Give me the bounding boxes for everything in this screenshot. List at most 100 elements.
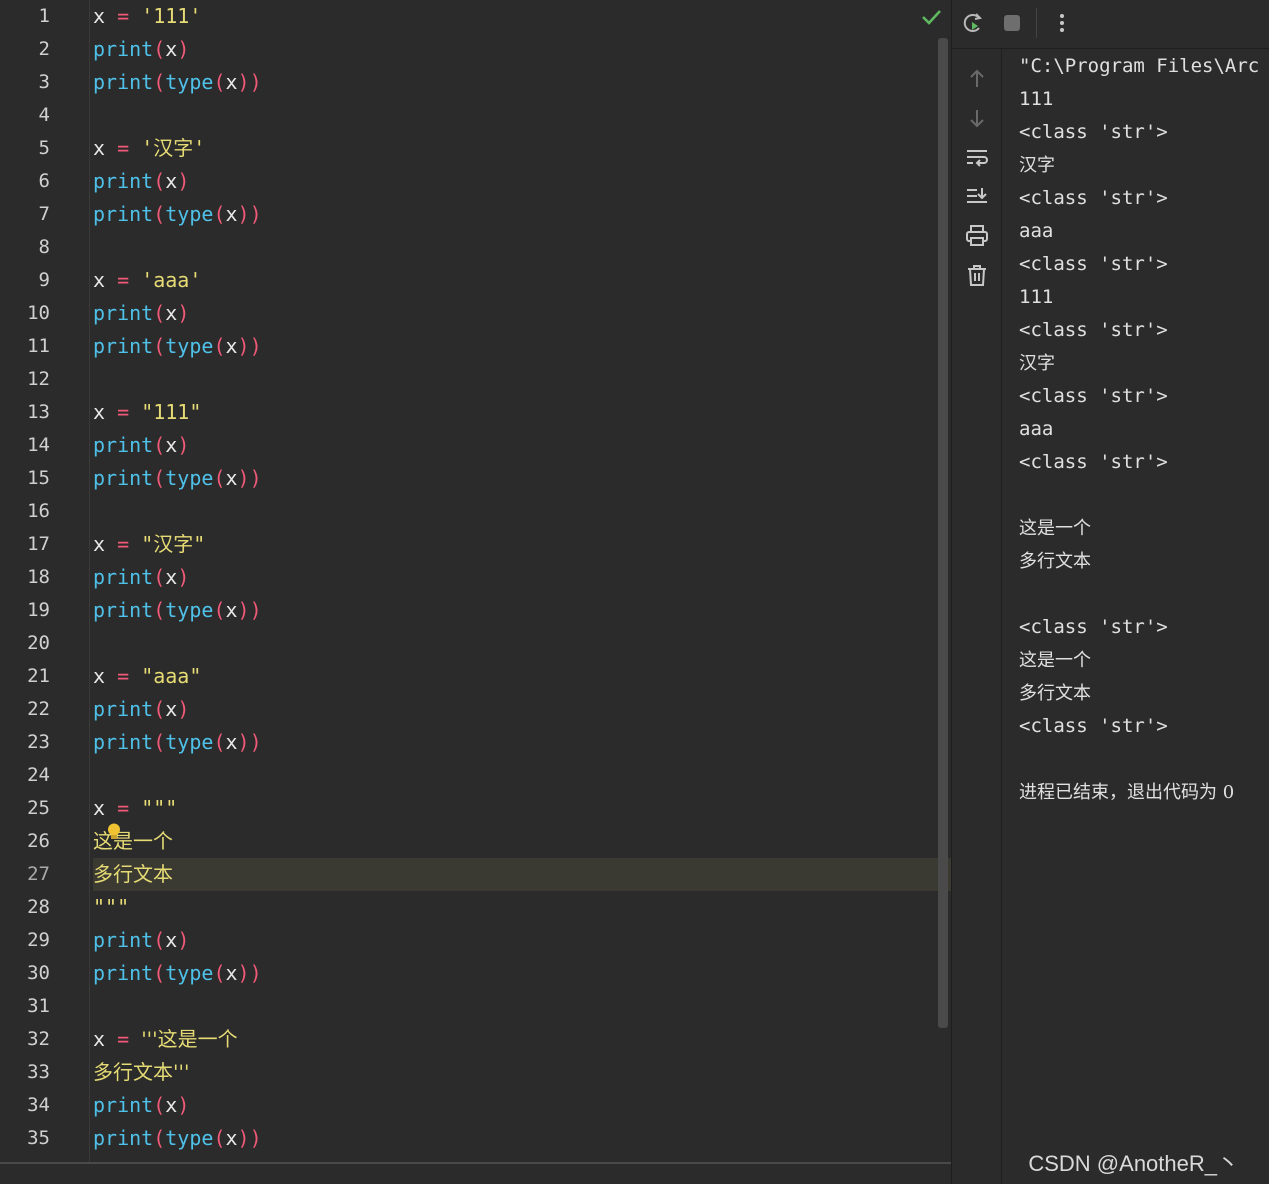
code-area[interactable]: x = '111' print(x) print(type(x)) x = '汉字' p… <box>93 0 951 1162</box>
code-line[interactable]: print(x) <box>93 429 189 462</box>
line-number[interactable]: 14 <box>0 429 50 462</box>
console-line: <class 'str'> <box>1019 451 1168 473</box>
line-number[interactable]: 26 <box>0 825 50 858</box>
code-token: )) <box>237 202 262 226</box>
console-line: 多行文本 <box>1019 683 1091 704</box>
line-number[interactable]: 8 <box>0 231 50 264</box>
check-icon[interactable] <box>920 6 942 28</box>
line-number[interactable]: 12 <box>0 363 50 396</box>
line-number[interactable]: 28 <box>0 891 50 924</box>
code-line[interactable]: print(type(x)) <box>93 1122 262 1155</box>
code-editor[interactable]: 1 2 3 4 5 6 7 8 9 10 11 12 13 14 15 16 17 18 19 20 21 22 23 24 2… <box>0 0 951 1184</box>
editor-vertical-scrollbar[interactable] <box>938 38 948 1028</box>
line-number[interactable]: 10 <box>0 297 50 330</box>
code-token: = <box>117 1027 142 1051</box>
code-line[interactable]: """ <box>93 891 129 924</box>
code-line[interactable]: print(x) <box>93 924 189 957</box>
lightbulb-icon[interactable] <box>107 823 121 841</box>
code-line[interactable]: print(x) <box>93 165 189 198</box>
line-number[interactable]: 4 <box>0 99 50 132</box>
line-number[interactable]: 35 <box>0 1122 50 1155</box>
line-number[interactable]: 7 <box>0 198 50 231</box>
code-line[interactable]: print(x) <box>93 297 189 330</box>
line-number[interactable]: 23 <box>0 726 50 759</box>
scroll-up-button[interactable] <box>964 66 990 92</box>
line-number[interactable]: 25 <box>0 792 50 825</box>
soft-wrap-button[interactable] <box>964 145 990 171</box>
line-number[interactable]: 20 <box>0 627 50 660</box>
code-token: type <box>165 961 214 985</box>
scroll-to-end-button[interactable] <box>964 184 990 210</box>
code-token: = <box>117 4 142 28</box>
code-line[interactable]: x = "111" <box>93 396 201 429</box>
code-line[interactable]: x = '''这是一个 <box>93 1023 238 1056</box>
line-number[interactable]: 31 <box>0 990 50 1023</box>
code-line[interactable]: print(x) <box>93 33 189 66</box>
code-line[interactable]: 多行文本 <box>93 858 173 891</box>
line-number[interactable]: 29 <box>0 924 50 957</box>
line-number[interactable]: 2 <box>0 33 50 66</box>
code-line[interactable]: x = '111' <box>93 0 201 33</box>
console-output[interactable]: "C:\Program Files\Arc 111 <class 'str'> 汉字 <… <box>1019 50 1269 1150</box>
code-token: ( <box>153 301 166 325</box>
code-line[interactable]: print(type(x)) <box>93 594 262 627</box>
console-line: 111 <box>1019 286 1054 308</box>
line-number[interactable]: 22 <box>0 693 50 726</box>
code-line[interactable]: x = '汉字' <box>93 132 205 165</box>
code-line[interactable]: x = "aaa" <box>93 660 201 693</box>
code-token: ( <box>153 565 166 589</box>
code-token: ( <box>153 928 166 952</box>
line-number[interactable]: 21 <box>0 660 50 693</box>
code-line[interactable]: print(type(x)) <box>93 462 262 495</box>
code-line[interactable]: print(type(x)) <box>93 66 262 99</box>
print-button[interactable] <box>964 223 990 249</box>
line-number[interactable]: 34 <box>0 1089 50 1122</box>
code-token: """ <box>93 895 130 919</box>
line-number[interactable]: 27 <box>0 858 50 891</box>
code-line[interactable]: print(type(x)) <box>93 726 262 759</box>
code-line[interactable]: x = """ <box>93 792 177 825</box>
code-token: ( <box>153 1093 166 1117</box>
code-line[interactable]: 多行文本''' <box>93 1056 190 1089</box>
line-number[interactable]: 16 <box>0 495 50 528</box>
line-number[interactable]: 5 <box>0 132 50 165</box>
line-number[interactable]: 15 <box>0 462 50 495</box>
code-token: print <box>93 1093 154 1117</box>
line-number[interactable]: 33 <box>0 1056 50 1089</box>
code-token: ( <box>153 169 166 193</box>
more-options-button[interactable] <box>1049 10 1075 36</box>
code-line[interactable]: print(type(x)) <box>93 957 262 990</box>
scroll-down-button[interactable] <box>964 105 990 131</box>
code-line[interactable]: print(x) <box>93 561 189 594</box>
code-token: ( <box>213 730 226 754</box>
line-number[interactable]: 6 <box>0 165 50 198</box>
code-line[interactable]: print(x) <box>93 693 189 726</box>
code-line[interactable]: 这是一个 <box>93 825 173 858</box>
code-token: '111' <box>141 4 202 28</box>
line-number[interactable]: 19 <box>0 594 50 627</box>
code-line[interactable]: print(type(x)) <box>93 330 262 363</box>
line-number[interactable]: 1 <box>0 0 50 33</box>
editor-horizontal-scrollbar[interactable] <box>0 1162 951 1164</box>
line-number-gutter[interactable]: 1 2 3 4 5 6 7 8 9 10 11 12 13 14 15 16 17 18 19 20 21 22 23 24 2… <box>0 0 90 1162</box>
line-number[interactable]: 11 <box>0 330 50 363</box>
line-number[interactable]: 17 <box>0 528 50 561</box>
line-number[interactable]: 9 <box>0 264 50 297</box>
code-token: x <box>93 4 118 28</box>
line-number[interactable]: 13 <box>0 396 50 429</box>
stop-button[interactable] <box>999 10 1025 36</box>
code-token: ) <box>177 1093 190 1117</box>
line-number[interactable]: 3 <box>0 66 50 99</box>
clear-all-button[interactable] <box>964 262 990 288</box>
line-number[interactable]: 32 <box>0 1023 50 1056</box>
code-line[interactable]: print(x) <box>93 1089 189 1122</box>
line-number[interactable]: 18 <box>0 561 50 594</box>
line-number[interactable]: 24 <box>0 759 50 792</box>
rerun-button[interactable] <box>959 10 985 36</box>
code-token: x <box>93 532 118 556</box>
code-line[interactable]: x = 'aaa' <box>93 264 201 297</box>
code-line[interactable]: x = "汉字" <box>93 528 205 561</box>
code-line[interactable]: print(type(x)) <box>93 198 262 231</box>
code-token: = <box>117 268 142 292</box>
line-number[interactable]: 30 <box>0 957 50 990</box>
